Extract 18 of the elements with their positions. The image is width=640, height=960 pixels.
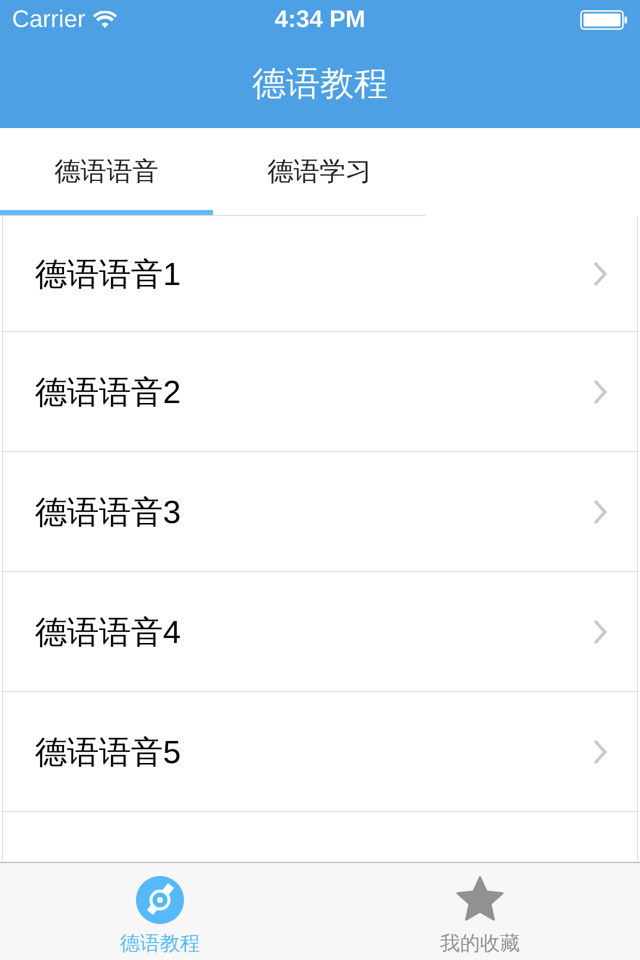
chevron-icon — [593, 618, 607, 644]
chevron-icon — [593, 738, 607, 764]
list-row[interactable]: 德语语音1 — [3, 216, 637, 332]
list-row[interactable]: 德语语音2 — [3, 332, 637, 452]
wifi-icon — [93, 11, 118, 29]
nav-title: 德语教程 — [252, 64, 388, 104]
battery-icon — [580, 10, 628, 30]
segment-tab[interactable]: 德语语音 — [0, 128, 213, 215]
list-row[interactable]: 德语语音3 — [3, 452, 637, 572]
segment-tab[interactable]: 德语学习 — [213, 128, 426, 215]
list-row[interactable]: 德语语音5 — [3, 692, 637, 812]
carrier-label: Carrier — [12, 5, 86, 35]
chevron-icon — [593, 498, 607, 524]
chevron-icon — [593, 378, 607, 404]
disc-icon — [135, 875, 185, 925]
time-label: 4:34 PM — [274, 5, 366, 35]
chevron-icon — [593, 260, 607, 286]
list-row[interactable]: 德语语音4 — [3, 572, 637, 692]
